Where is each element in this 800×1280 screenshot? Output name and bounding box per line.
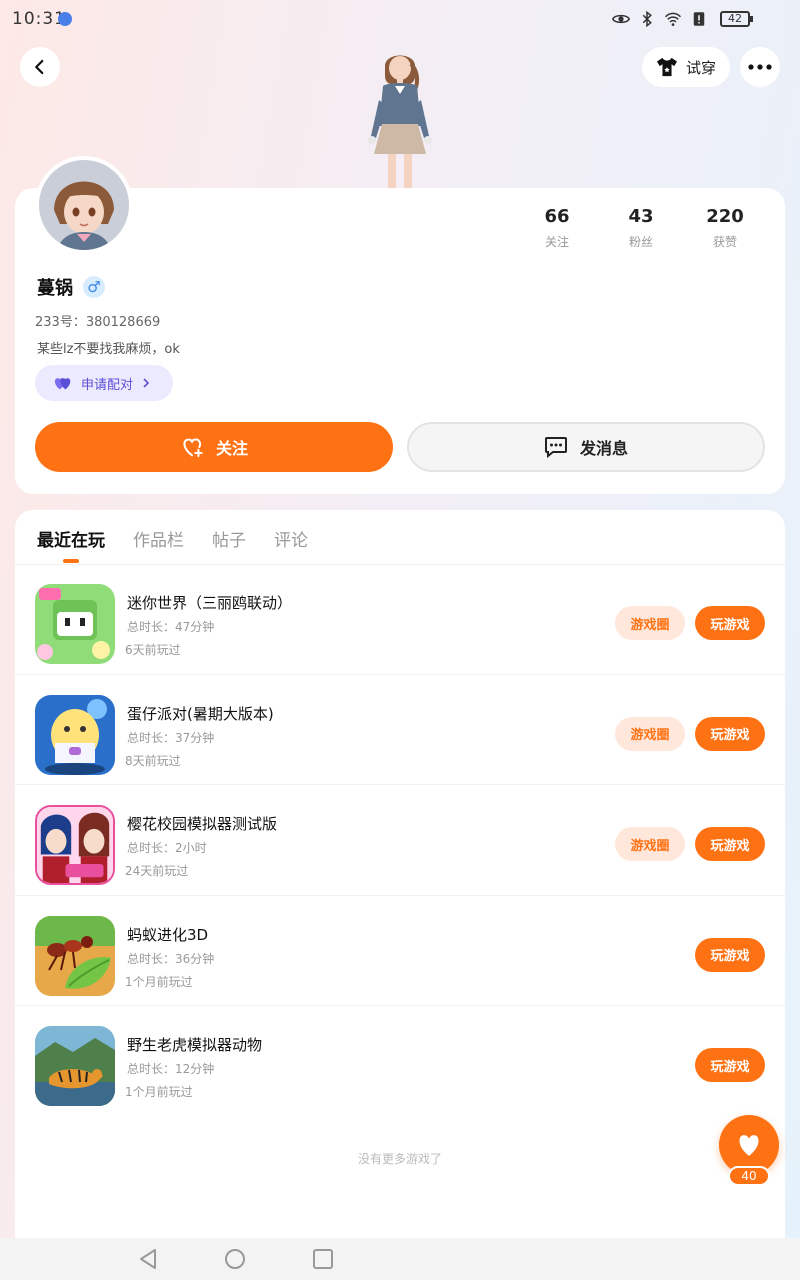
profile-card: 66 关注 43 粉丝 220 获赞 蔓锅 ♂ 233号：380128669 某… (15, 156, 785, 494)
send-message-button[interactable]: 发消息 (407, 422, 765, 472)
play-game-button[interactable]: 玩游戏 (695, 827, 765, 861)
game-circle-button[interactable]: 游戏圈 (615, 716, 685, 751)
name-row: 蔓锅 ♂ (37, 274, 105, 300)
follow-label: 关注 (215, 439, 248, 458)
chevron-right-icon (143, 378, 150, 388)
user-id[interactable]: 233号：380128669 (35, 311, 160, 330)
avatar[interactable] (35, 156, 133, 254)
avatar-3d-figure[interactable] (355, 44, 445, 188)
game-last-played: 1个月前玩过 (125, 974, 193, 989)
game-duration: 总时长：47分钟 (127, 620, 215, 634)
game-row[interactable]: 蚂蚁进化3D 总时长：36分钟 1个月前玩过 玩游戏 (15, 896, 785, 1006)
game-list: 迷你世界（三丽鸥联动） 总时长：47分钟 6天前玩过 游戏圈 玩游戏 蛋仔派对(… (15, 564, 785, 1117)
request-match-label: 申请配对 (81, 377, 134, 393)
play-game-button[interactable]: 玩游戏 (695, 937, 765, 972)
play-game-button[interactable]: 玩游戏 (695, 1048, 765, 1082)
wifi-icon (664, 12, 682, 26)
back-button[interactable] (20, 47, 60, 87)
battery-indicator: 42 (720, 11, 753, 27)
more-dots-icon (748, 64, 772, 70)
game-title: 蛋仔派对(暑期大版本) (127, 704, 274, 723)
game-duration: 总时长：12分钟 (127, 1062, 215, 1076)
profile-stats: 66 关注 43 粉丝 220 获赞 (515, 206, 767, 250)
double-heart-icon (54, 378, 71, 390)
game-circle-button[interactable]: 游戏圈 (615, 827, 685, 861)
heart-plus-icon (183, 438, 203, 458)
eye-icon (612, 14, 630, 24)
stat-value: 220 (706, 206, 744, 227)
tab-works[interactable]: 作品栏 (133, 526, 184, 563)
avatar-portrait-icon (39, 160, 129, 250)
stat-fans[interactable]: 43 粉丝 (599, 206, 683, 250)
nav-home-icon[interactable] (224, 1248, 246, 1270)
user-bio: 某些lz不要找我麻烦，ok (37, 342, 180, 357)
try-on-button[interactable]: 试穿 (642, 47, 730, 87)
wild-tiger-game-icon[interactable] (35, 1026, 115, 1106)
game-circle-button[interactable]: 游戏圈 (615, 606, 685, 640)
recent-games-card: 最近在玩 作品栏 帖子 评论 迷你世界（三丽鸥联动） 总时长：47分钟 6天前玩… (15, 510, 785, 1250)
no-more-games-text: 没有更多游戏了 (357, 1152, 442, 1166)
send-message-label: 发消息 (579, 439, 628, 458)
chevron-left-icon (35, 59, 44, 75)
bluetooth-icon (642, 10, 652, 28)
stat-value: 43 (628, 206, 654, 227)
game-row[interactable]: 樱花校园模拟器测试版 总时长：2小时 24天前玩过 游戏圈 玩游戏 (15, 785, 785, 896)
try-on-label: 试穿 (685, 58, 716, 77)
request-match-button[interactable]: 申请配对 (35, 365, 173, 401)
game-title: 樱花校园模拟器测试版 (127, 815, 278, 833)
play-game-button[interactable]: 玩游戏 (695, 716, 765, 751)
game-title: 蚂蚁进化3D (127, 925, 209, 944)
status-bar: 10:31 42 (0, 0, 800, 40)
system-nav-bar (0, 1238, 800, 1280)
eggy-party-game-icon[interactable] (35, 694, 115, 775)
game-duration: 总时长：36分钟 (127, 951, 215, 966)
game-last-played: 24天前玩过 (125, 864, 189, 878)
more-options-button[interactable] (740, 47, 780, 87)
stat-likes[interactable]: 220 获赞 (683, 206, 767, 250)
ant-evolution-game-icon[interactable] (35, 915, 115, 996)
game-title: 迷你世界（三丽鸥联动） (127, 594, 293, 612)
play-game-button[interactable]: 玩游戏 (695, 606, 765, 640)
nav-back-icon[interactable] (137, 1248, 159, 1270)
heart-icon (739, 1135, 759, 1156)
status-icons (612, 10, 708, 28)
profile-tabs: 最近在玩 作品栏 帖子 评论 (37, 526, 308, 563)
music-notification-icon (58, 12, 72, 26)
game-row[interactable]: 迷你世界（三丽鸥联动） 总时长：47分钟 6天前玩过 游戏圈 玩游戏 (15, 564, 785, 675)
game-last-played: 1个月前玩过 (125, 1085, 193, 1099)
game-duration: 总时长：2小时 (127, 841, 207, 855)
username: 蔓锅 (37, 278, 73, 299)
game-last-played: 8天前玩过 (125, 753, 181, 768)
game-duration: 总时长：37分钟 (127, 730, 215, 745)
game-row[interactable]: 野生老虎模拟器动物 总时长：12分钟 1个月前玩过 玩游戏 (15, 1006, 785, 1117)
stat-following[interactable]: 66 关注 (515, 206, 599, 250)
stat-label: 关注 (544, 235, 569, 249)
tab-posts[interactable]: 帖子 (212, 526, 246, 563)
tshirt-icon (656, 57, 677, 77)
sakura-school-game-icon[interactable] (35, 805, 115, 885)
tab-recently-played[interactable]: 最近在玩 (37, 526, 105, 563)
nav-recent-apps-icon[interactable] (312, 1248, 334, 1270)
game-last-played: 6天前玩过 (125, 643, 181, 657)
follow-button[interactable]: 关注 (35, 422, 393, 472)
tab-comments[interactable]: 评论 (274, 526, 308, 563)
stat-value: 66 (544, 206, 570, 227)
like-count: 40 (728, 1166, 770, 1186)
chat-bubble-icon (544, 437, 567, 458)
game-title: 野生老虎模拟器动物 (127, 1036, 263, 1054)
alert-icon (693, 12, 705, 26)
mini-world-game-icon[interactable] (35, 584, 115, 664)
male-gender-icon: ♂ (83, 276, 105, 298)
stat-label: 获赞 (712, 235, 737, 249)
stat-label: 粉丝 (628, 235, 653, 249)
game-row[interactable]: 蛋仔派对(暑期大版本) 总时长：37分钟 8天前玩过 游戏圈 玩游戏 (15, 675, 785, 785)
